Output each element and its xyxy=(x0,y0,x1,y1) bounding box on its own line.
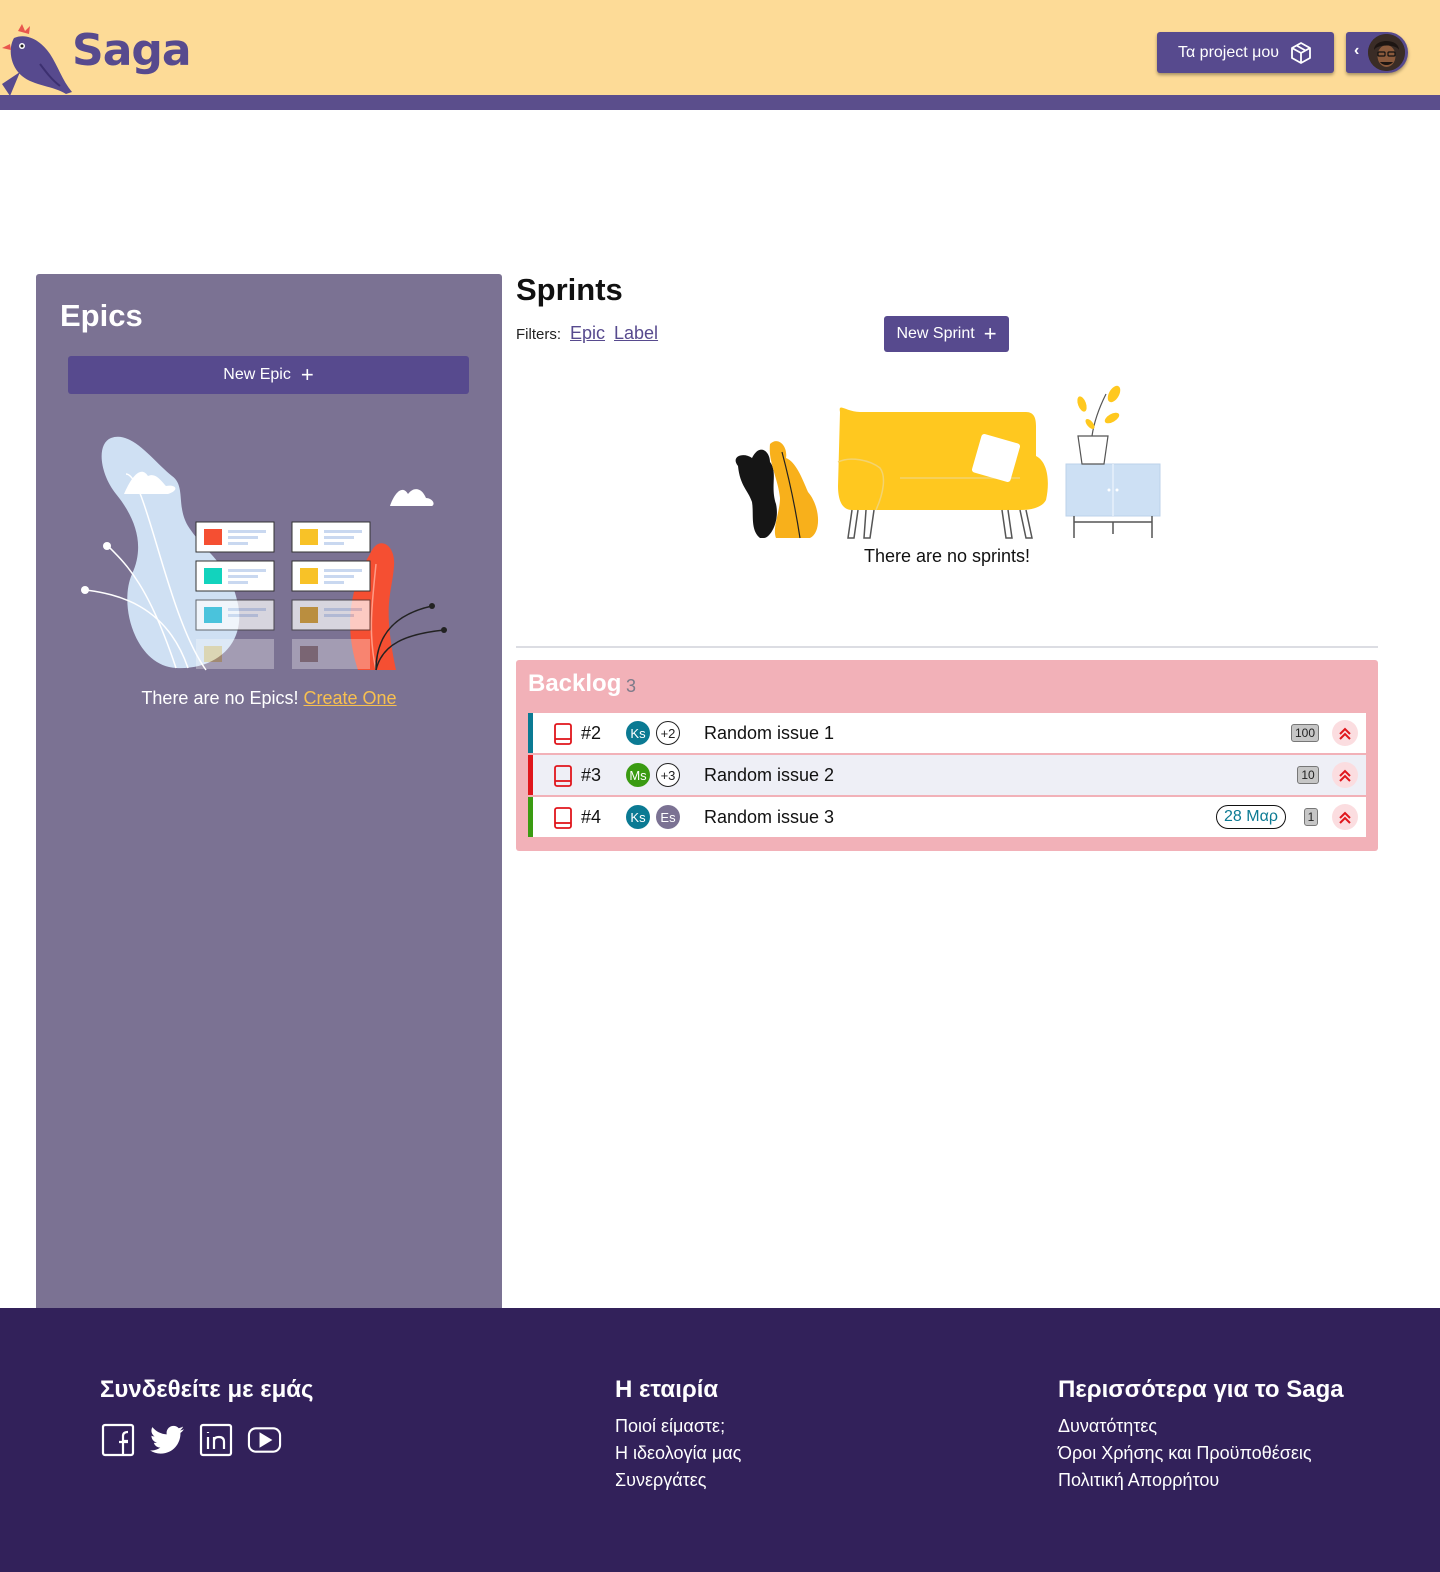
book-icon xyxy=(554,807,572,829)
footer-link-features[interactable]: Δυνατότητες xyxy=(1058,1416,1344,1437)
epics-panel: Epics New Epic + There are no Epics! Cre… xyxy=(36,274,502,1308)
footer-link-privacy[interactable]: Πολιτική Απορρήτου xyxy=(1058,1470,1344,1491)
second-assignee-avatar: Es xyxy=(656,805,680,829)
issue-number: #3 xyxy=(581,765,602,785)
social-links xyxy=(100,1422,314,1457)
no-epics-message: There are no Epics! Create One xyxy=(36,688,502,709)
book-icon xyxy=(554,765,572,787)
new-sprint-button[interactable]: New Sprint + xyxy=(884,316,1009,352)
facebook-icon[interactable] xyxy=(100,1422,135,1457)
section-divider xyxy=(516,646,1378,648)
assignee-avatar: Ks xyxy=(626,805,650,829)
issue-number: #2 xyxy=(581,723,602,743)
cube-icon xyxy=(1291,41,1311,64)
sprint-filters: Filters: Epic Label xyxy=(516,323,658,344)
issue-title: Random issue 2 xyxy=(704,765,835,785)
footer-link-who-we-are[interactable]: Ποιοί είμαστε; xyxy=(615,1416,741,1437)
sprints-title: Sprints xyxy=(516,272,623,307)
top-header: Saga Τα project μου ‹ xyxy=(0,0,1440,110)
chevron-left-icon: ‹ xyxy=(1354,42,1360,59)
extra-assignees-badge: +2 xyxy=(656,721,680,745)
issue-title: Random issue 3 xyxy=(704,807,835,827)
brand-logo[interactable]: Saga xyxy=(0,14,192,96)
brand-name: Saga xyxy=(72,24,192,76)
bird-logo-icon xyxy=(2,24,73,96)
assignee-avatar: Ks xyxy=(626,721,650,745)
footer-more-title: Περισσότερα για το Saga xyxy=(1058,1376,1344,1403)
footer-link-partners[interactable]: Συνεργάτες xyxy=(615,1470,741,1491)
no-epics-text: There are no Epics! xyxy=(141,688,299,708)
epics-title: Epics xyxy=(60,298,143,333)
filter-label-link[interactable]: Label xyxy=(614,323,658,344)
sprints-empty-illustration xyxy=(735,385,1161,539)
linkedin-icon[interactable] xyxy=(198,1422,233,1457)
backlog-title: Backlog xyxy=(528,670,622,697)
book-icon xyxy=(554,723,572,745)
user-menu-button[interactable]: ‹ xyxy=(1346,32,1408,73)
assignee-avatar: Ms xyxy=(626,763,650,787)
footer-link-ideology[interactable]: Η ιδεολογία μας xyxy=(615,1443,741,1464)
backlog-count: 3 xyxy=(626,676,637,696)
backlog-panel: Backlog 3 #2 Ks +2 Random issue 1 100 #3… xyxy=(516,660,1378,851)
footer-more-column: Περισσότερα για το Saga Δυνατότητες Όροι… xyxy=(1058,1376,1344,1491)
new-epic-button[interactable]: New Epic + xyxy=(68,356,469,394)
filter-epic-link[interactable]: Epic xyxy=(570,323,605,344)
story-points-badge: 100 xyxy=(1291,724,1319,742)
my-projects-button[interactable]: Τα project μου xyxy=(1157,32,1334,73)
priority-high-icon xyxy=(1332,804,1358,830)
due-date-badge: 28 Μαρ xyxy=(1216,805,1286,829)
story-points-badge: 1 xyxy=(1304,808,1318,826)
my-projects-label: Τα project μου xyxy=(1177,43,1280,61)
header-accent-bar xyxy=(0,95,1440,110)
no-sprints-message: There are no sprints! xyxy=(863,546,1031,566)
footer-connect-title: Συνδεθείτε με εμάς xyxy=(100,1376,314,1403)
backlog-issue-row[interactable]: #2 Ks +2 Random issue 1 100 xyxy=(528,713,1366,753)
issue-number: #4 xyxy=(581,807,602,827)
create-epic-link[interactable]: Create One xyxy=(304,688,397,708)
priority-high-icon xyxy=(1332,762,1358,788)
issue-title: Random issue 1 xyxy=(704,723,835,743)
backlog-issue-row[interactable]: #3 Ms +3 Random issue 2 10 xyxy=(528,755,1366,795)
priority-high-icon xyxy=(1332,720,1358,746)
footer-connect-column: Συνδεθείτε με εμάς xyxy=(100,1376,314,1457)
extra-assignees-badge: +3 xyxy=(656,763,680,787)
page-footer: Συνδεθείτε με εμάς Η εταιρία Ποιοί είμασ… xyxy=(0,1308,1440,1572)
footer-company-column: Η εταιρία Ποιοί είμαστε; Η ιδεολογία μας… xyxy=(615,1376,741,1491)
new-sprint-label: New Sprint xyxy=(896,325,975,342)
footer-company-title: Η εταιρία xyxy=(615,1376,719,1403)
story-points-badge: 10 xyxy=(1297,766,1319,784)
user-avatar xyxy=(1368,34,1405,71)
footer-link-terms[interactable]: Όροι Χρήσης και Προϋποθέσεις xyxy=(1058,1443,1344,1464)
new-epic-label: New Epic xyxy=(223,366,291,383)
youtube-icon[interactable] xyxy=(247,1422,282,1457)
plus-icon: + xyxy=(300,362,314,387)
plus-icon: + xyxy=(983,321,997,346)
backlog-issue-row[interactable]: #4 Ks Es Random issue 3 28 Μαρ 1 xyxy=(528,797,1366,837)
twitter-icon[interactable] xyxy=(149,1422,184,1457)
epics-empty-illustration xyxy=(81,436,447,671)
filters-label: Filters: xyxy=(516,326,561,343)
